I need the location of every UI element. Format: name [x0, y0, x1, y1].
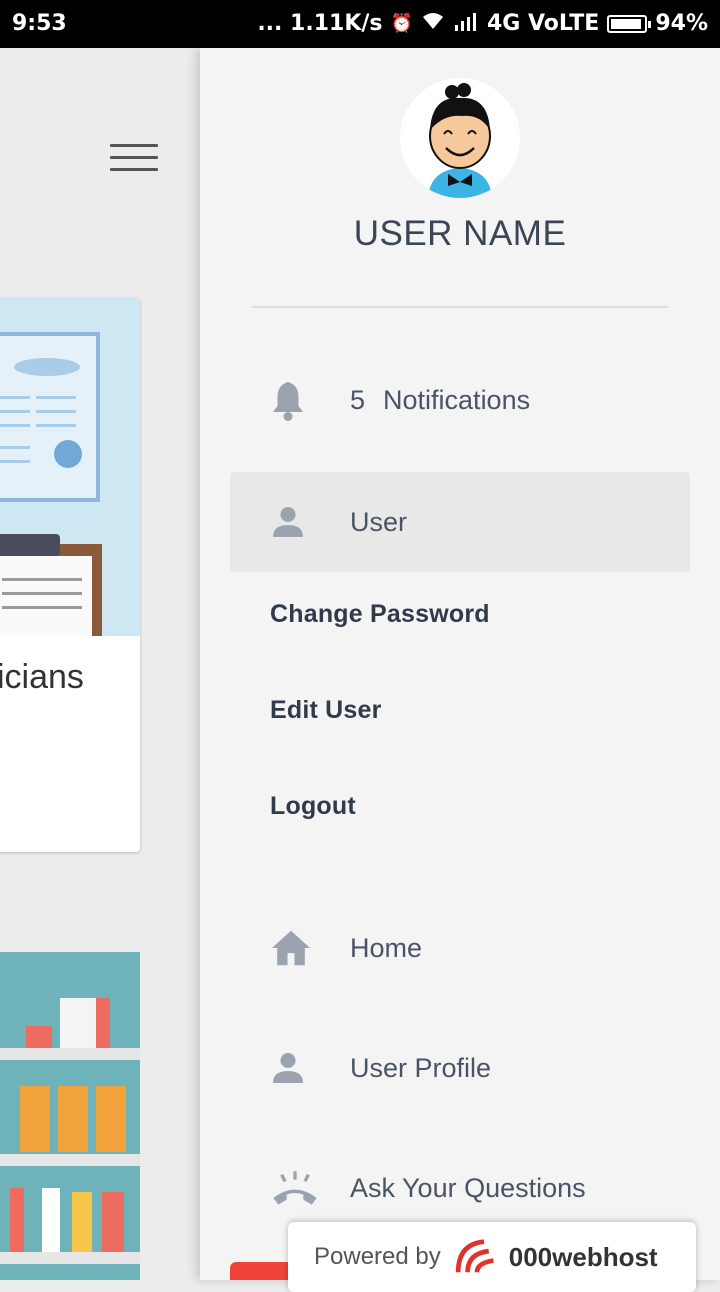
user-profile-nav-item[interactable]: User Profile — [230, 1018, 690, 1118]
divider — [252, 306, 668, 308]
net-speed: ... 1.11K/s — [257, 11, 383, 36]
user-label: User — [350, 506, 408, 537]
card-title: sicians — [0, 658, 84, 696]
webhost-logo-icon — [455, 1239, 494, 1273]
notifications-label: Notifications — [383, 384, 531, 415]
signal-icon — [453, 11, 479, 36]
battery-percent: 94% — [655, 11, 708, 36]
alarm-off-icon: ⏰ — [390, 13, 413, 34]
certificate-illustration — [0, 298, 140, 636]
clipboard-image — [0, 534, 102, 636]
network-type: 4G VoLTE — [486, 11, 600, 36]
background-page: sicians — [0, 48, 200, 1280]
notifications-item[interactable]: 5 Notifications — [230, 350, 690, 450]
content-card[interactable]: sicians — [0, 298, 140, 852]
status-time: 9:53 — [12, 11, 67, 36]
home-nav-item[interactable]: Home — [230, 898, 690, 998]
status-right: ... 1.11K/s ⏰ 4G VoLTE 94% — [257, 11, 708, 36]
person-icon — [270, 497, 330, 547]
home-label: Home — [350, 932, 423, 963]
home-icon — [270, 923, 330, 973]
notification-count: 5 — [350, 384, 366, 415]
edit-user-link[interactable]: Edit User — [270, 696, 382, 725]
nav-drawer: USER NAME 5 Notifications User Change Pas… — [200, 48, 720, 1280]
ask-questions-label: Ask Your Questions — [350, 1172, 586, 1203]
certificate-image — [0, 332, 100, 502]
bookshelf-card[interactable] — [0, 952, 140, 1280]
user-name: USER NAME — [353, 214, 567, 253]
brand-name: 000webhost — [508, 1241, 658, 1272]
cartoon-avatar-icon — [428, 83, 492, 198]
hamburger-menu-icon[interactable] — [110, 144, 158, 174]
user-menu-item[interactable]: User — [230, 472, 690, 572]
wifi-icon — [421, 11, 445, 36]
avatar[interactable] — [400, 78, 520, 198]
powered-by-badge[interactable]: Powered by 000webhost — [288, 1222, 696, 1292]
status-bar: 9:53 ... 1.11K/s ⏰ 4G VoLTE 94% — [0, 0, 720, 48]
powered-by-text: Powered by — [314, 1243, 441, 1270]
person-icon — [270, 1043, 330, 1093]
battery-icon — [607, 14, 652, 33]
logout-link[interactable]: Logout — [270, 792, 356, 821]
bell-icon — [270, 375, 330, 425]
user-profile-label: User Profile — [350, 1052, 492, 1083]
change-password-link[interactable]: Change Password — [270, 600, 490, 629]
ringing-phone-icon — [270, 1163, 330, 1213]
